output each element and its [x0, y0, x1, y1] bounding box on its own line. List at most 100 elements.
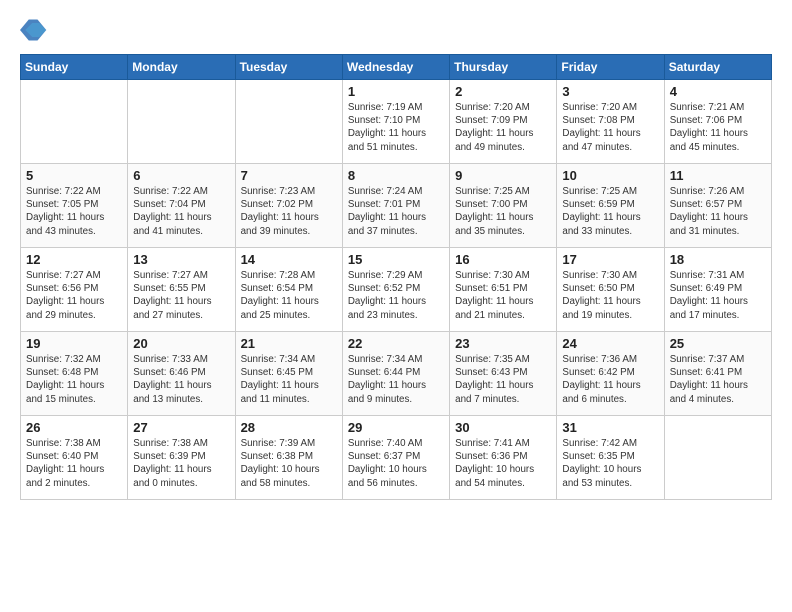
- calendar-cell: 10 Sunrise: 7:25 AM Sunset: 6:59 PM Dayli…: [557, 164, 664, 248]
- day-number: 6: [133, 168, 229, 183]
- calendar-cell: 7 Sunrise: 7:23 AM Sunset: 7:02 PM Daylig…: [235, 164, 342, 248]
- calendar-cell: 22Sunrise: 7:34 AM Sunset: 6:44 PM Dayli…: [342, 332, 449, 416]
- day-number: 16: [455, 252, 551, 267]
- calendar-week-row: 5 Sunrise: 7:22 AM Sunset: 7:05 PM Daylig…: [21, 164, 772, 248]
- cell-content: Sunrise: 7:39 AM Sunset: 6:38 PM Dayligh…: [241, 437, 337, 490]
- calendar-cell: 9Sunrise: 7:25 AM Sunset: 7:00 PM Daylig…: [450, 164, 557, 248]
- day-number: 11: [670, 168, 766, 183]
- day-number: 1: [348, 84, 444, 99]
- calendar-cell: 17 Sunrise: 7:30 AM Sunset: 6:50 PM Dayli…: [557, 248, 664, 332]
- calendar-cell: 16Sunrise: 7:30 AM Sunset: 6:51 PM Dayli…: [450, 248, 557, 332]
- cell-content: Sunrise: 7:22 AM Sunset: 7:04 PM Dayligh…: [133, 185, 229, 238]
- day-number: 30: [455, 420, 551, 435]
- calendar-cell: 21 Sunrise: 7:34 AM Sunset: 6:45 PM Dayli…: [235, 332, 342, 416]
- calendar-cell: 18 Sunrise: 7:31 AM Sunset: 6:49 PM Dayli…: [664, 248, 771, 332]
- cell-content: Sunrise: 7:26 AM Sunset: 6:57 PM Dayligh…: [670, 185, 766, 238]
- cell-content: Sunrise: 7:36 AM Sunset: 6:42 PM Dayligh…: [562, 353, 658, 406]
- cell-content: Sunrise: 7:21 AM Sunset: 7:06 PM Dayligh…: [670, 101, 766, 154]
- calendar-cell: 30 Sunrise: 7:41 AM Sunset: 6:36 PM Dayli…: [450, 416, 557, 500]
- day-number: 20: [133, 336, 229, 351]
- header: [20, 16, 772, 44]
- day-number: 9: [455, 168, 551, 183]
- cell-content: Sunrise: 7:20 AM Sunset: 7:09 PM Dayligh…: [455, 101, 551, 154]
- cell-content: Sunrise: 7:38 AM Sunset: 6:40 PM Dayligh…: [26, 437, 122, 490]
- calendar-cell: 27 Sunrise: 7:38 AM Sunset: 6:39 PM Dayli…: [128, 416, 235, 500]
- calendar-cell: 4 Sunrise: 7:21 AM Sunset: 7:06 PM Daylig…: [664, 80, 771, 164]
- day-of-week-header: Wednesday: [342, 55, 449, 80]
- cell-content: Sunrise: 7:27 AM Sunset: 6:55 PM Dayligh…: [133, 269, 229, 322]
- day-number: 18: [670, 252, 766, 267]
- day-of-week-header: Sunday: [21, 55, 128, 80]
- cell-content: Sunrise: 7:28 AM Sunset: 6:54 PM Dayligh…: [241, 269, 337, 322]
- calendar-cell: 20 Sunrise: 7:33 AM Sunset: 6:46 PM Dayli…: [128, 332, 235, 416]
- page: SundayMondayTuesdayWednesdayThursdayFrid…: [0, 0, 792, 612]
- cell-content: Sunrise: 7:29 AM Sunset: 6:52 PM Dayligh…: [348, 269, 444, 322]
- calendar-header-row: SundayMondayTuesdayWednesdayThursdayFrid…: [21, 55, 772, 80]
- day-number: 2: [455, 84, 551, 99]
- day-number: 4: [670, 84, 766, 99]
- day-number: 10: [562, 168, 658, 183]
- cell-content: Sunrise: 7:24 AM Sunset: 7:01 PM Dayligh…: [348, 185, 444, 238]
- cell-content: Sunrise: 7:35 AM Sunset: 6:43 PM Dayligh…: [455, 353, 551, 406]
- day-number: 5: [26, 168, 122, 183]
- cell-content: Sunrise: 7:23 AM Sunset: 7:02 PM Dayligh…: [241, 185, 337, 238]
- calendar-cell: 28 Sunrise: 7:39 AM Sunset: 6:38 PM Dayli…: [235, 416, 342, 500]
- cell-content: Sunrise: 7:20 AM Sunset: 7:08 PM Dayligh…: [562, 101, 658, 154]
- day-number: 25: [670, 336, 766, 351]
- calendar-cell: 26Sunrise: 7:38 AM Sunset: 6:40 PM Dayli…: [21, 416, 128, 500]
- calendar-cell: 31 Sunrise: 7:42 AM Sunset: 6:35 PM Dayli…: [557, 416, 664, 500]
- calendar-cell: 25 Sunrise: 7:37 AM Sunset: 6:41 PM Dayli…: [664, 332, 771, 416]
- day-number: 8: [348, 168, 444, 183]
- calendar-cell: 5 Sunrise: 7:22 AM Sunset: 7:05 PM Daylig…: [21, 164, 128, 248]
- day-of-week-header: Tuesday: [235, 55, 342, 80]
- day-number: 19: [26, 336, 122, 351]
- cell-content: Sunrise: 7:30 AM Sunset: 6:50 PM Dayligh…: [562, 269, 658, 322]
- calendar-cell: [235, 80, 342, 164]
- day-of-week-header: Friday: [557, 55, 664, 80]
- calendar-week-row: 19 Sunrise: 7:32 AM Sunset: 6:48 PM Dayli…: [21, 332, 772, 416]
- calendar-week-row: 12Sunrise: 7:27 AM Sunset: 6:56 PM Dayli…: [21, 248, 772, 332]
- cell-content: Sunrise: 7:38 AM Sunset: 6:39 PM Dayligh…: [133, 437, 229, 490]
- calendar-cell: 8 Sunrise: 7:24 AM Sunset: 7:01 PM Daylig…: [342, 164, 449, 248]
- day-number: 21: [241, 336, 337, 351]
- calendar-table: SundayMondayTuesdayWednesdayThursdayFrid…: [20, 54, 772, 500]
- cell-content: Sunrise: 7:25 AM Sunset: 6:59 PM Dayligh…: [562, 185, 658, 238]
- cell-content: Sunrise: 7:40 AM Sunset: 6:37 PM Dayligh…: [348, 437, 444, 490]
- day-number: 27: [133, 420, 229, 435]
- calendar-cell: 24Sunrise: 7:36 AM Sunset: 6:42 PM Dayli…: [557, 332, 664, 416]
- calendar-cell: 23 Sunrise: 7:35 AM Sunset: 6:43 PM Dayli…: [450, 332, 557, 416]
- day-of-week-header: Saturday: [664, 55, 771, 80]
- calendar-cell: 6 Sunrise: 7:22 AM Sunset: 7:04 PM Daylig…: [128, 164, 235, 248]
- day-number: 28: [241, 420, 337, 435]
- cell-content: Sunrise: 7:33 AM Sunset: 6:46 PM Dayligh…: [133, 353, 229, 406]
- cell-content: Sunrise: 7:19 AM Sunset: 7:10 PM Dayligh…: [348, 101, 444, 154]
- cell-content: Sunrise: 7:31 AM Sunset: 6:49 PM Dayligh…: [670, 269, 766, 322]
- day-number: 3: [562, 84, 658, 99]
- day-number: 14: [241, 252, 337, 267]
- calendar-cell: 2 Sunrise: 7:20 AM Sunset: 7:09 PM Daylig…: [450, 80, 557, 164]
- calendar-cell: 15Sunrise: 7:29 AM Sunset: 6:52 PM Dayli…: [342, 248, 449, 332]
- cell-content: Sunrise: 7:32 AM Sunset: 6:48 PM Dayligh…: [26, 353, 122, 406]
- day-number: 7: [241, 168, 337, 183]
- cell-content: Sunrise: 7:37 AM Sunset: 6:41 PM Dayligh…: [670, 353, 766, 406]
- day-number: 22: [348, 336, 444, 351]
- day-number: 23: [455, 336, 551, 351]
- cell-content: Sunrise: 7:34 AM Sunset: 6:45 PM Dayligh…: [241, 353, 337, 406]
- cell-content: Sunrise: 7:41 AM Sunset: 6:36 PM Dayligh…: [455, 437, 551, 490]
- calendar-cell: 13 Sunrise: 7:27 AM Sunset: 6:55 PM Dayli…: [128, 248, 235, 332]
- calendar-cell: 14 Sunrise: 7:28 AM Sunset: 6:54 PM Dayli…: [235, 248, 342, 332]
- calendar-cell: [21, 80, 128, 164]
- calendar-cell: [664, 416, 771, 500]
- day-number: 31: [562, 420, 658, 435]
- day-of-week-header: Monday: [128, 55, 235, 80]
- day-number: 17: [562, 252, 658, 267]
- day-number: 12: [26, 252, 122, 267]
- calendar-cell: 29Sunrise: 7:40 AM Sunset: 6:37 PM Dayli…: [342, 416, 449, 500]
- calendar-cell: 1 Sunrise: 7:19 AM Sunset: 7:10 PM Daylig…: [342, 80, 449, 164]
- logo: [20, 16, 52, 44]
- calendar-cell: 19 Sunrise: 7:32 AM Sunset: 6:48 PM Dayli…: [21, 332, 128, 416]
- day-number: 13: [133, 252, 229, 267]
- cell-content: Sunrise: 7:22 AM Sunset: 7:05 PM Dayligh…: [26, 185, 122, 238]
- cell-content: Sunrise: 7:42 AM Sunset: 6:35 PM Dayligh…: [562, 437, 658, 490]
- calendar-cell: 11 Sunrise: 7:26 AM Sunset: 6:57 PM Dayli…: [664, 164, 771, 248]
